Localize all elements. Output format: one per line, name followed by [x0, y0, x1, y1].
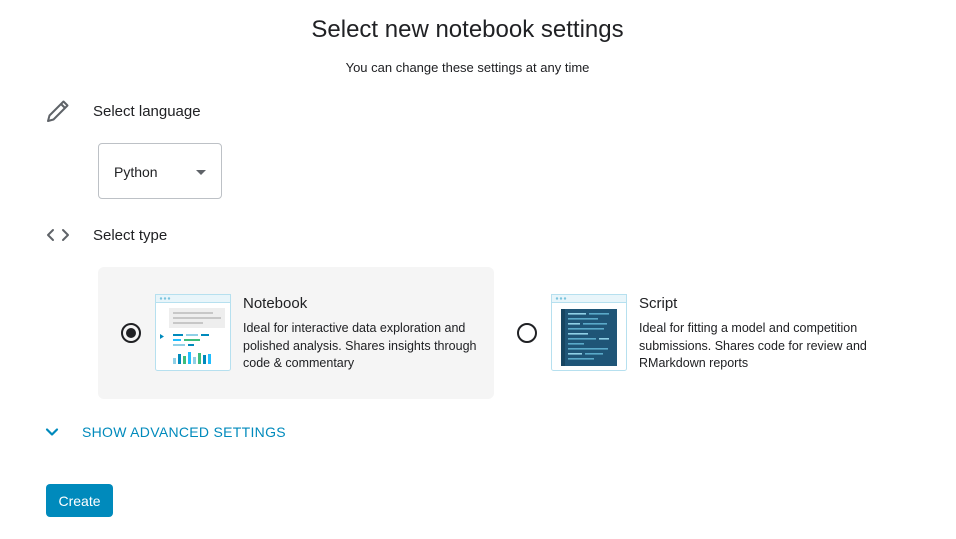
create-button[interactable]: Create	[46, 484, 113, 517]
script-title: Script	[639, 295, 678, 312]
script-radio[interactable]	[517, 323, 537, 343]
select-language-label: Select language	[93, 103, 201, 120]
notebook-description: Ideal for interactive data exploration a…	[243, 321, 477, 370]
show-advanced-settings-label: SHOW ADVANCED SETTINGS	[82, 424, 286, 440]
page-title: Select new notebook settings	[311, 16, 624, 43]
page-subtitle: You can change these settings at any tim…	[345, 60, 590, 75]
notebook-title: Notebook	[243, 295, 308, 312]
script-thumbnail-icon	[551, 294, 627, 371]
select-type-label: Select type	[93, 227, 168, 244]
type-option-notebook[interactable]: Notebook Ideal for interactive data expl…	[98, 267, 494, 399]
chevron-down-icon	[45, 428, 59, 436]
show-advanced-settings-toggle[interactable]: SHOW ADVANCED SETTINGS	[44, 422, 286, 442]
new-notebook-settings-page: Select new notebook settings You can cha…	[0, 0, 956, 539]
notebook-thumbnail-icon	[155, 294, 231, 371]
notebook-radio[interactable]	[121, 323, 141, 343]
script-description: Ideal for fitting a model and competitio…	[639, 321, 867, 370]
pencil-icon	[47, 100, 69, 122]
language-dropdown[interactable]: Python	[98, 143, 222, 199]
code-brackets-icon	[47, 229, 69, 241]
language-selected-value: Python	[114, 164, 158, 180]
caret-down-icon	[196, 170, 206, 175]
type-option-script[interactable]: Script Ideal for fitting a model and com…	[494, 267, 890, 399]
